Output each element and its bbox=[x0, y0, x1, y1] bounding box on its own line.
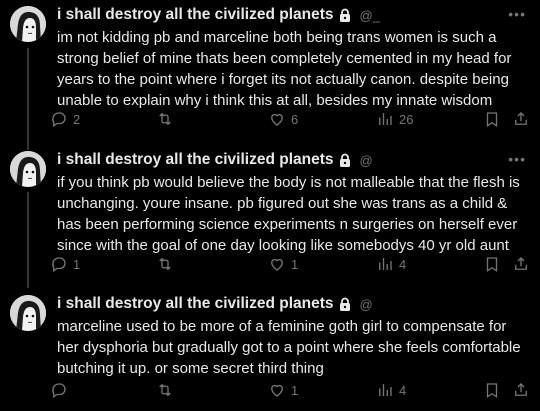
tweet-header: i shall destroy all the civilized planet… bbox=[57, 151, 373, 169]
tweet[interactable]: i shall destroy all the civilized planet… bbox=[0, 289, 540, 411]
views-count: 4 bbox=[399, 382, 407, 398]
views-button[interactable]: 4 bbox=[376, 255, 406, 273]
share-button[interactable] bbox=[512, 381, 530, 399]
bookmark-button[interactable] bbox=[483, 381, 501, 399]
retweet-button[interactable] bbox=[156, 110, 179, 128]
reply-icon bbox=[52, 257, 66, 273]
lock-icon bbox=[338, 153, 352, 168]
like-count: 1 bbox=[291, 382, 299, 398]
tweet-text: im not kidding pb and marceline both bei… bbox=[57, 29, 512, 109]
bookmark-button[interactable] bbox=[483, 110, 501, 128]
handle[interactable]: @ bbox=[360, 153, 373, 168]
views-icon bbox=[379, 258, 392, 270]
like-button[interactable]: 1 bbox=[268, 255, 298, 273]
tweet[interactable]: i shall destroy all the civilized planet… bbox=[0, 0, 540, 140]
like-icon bbox=[271, 258, 283, 271]
reply-button[interactable] bbox=[50, 381, 73, 399]
like-icon bbox=[271, 384, 283, 397]
like-button[interactable]: 6 bbox=[268, 110, 298, 128]
views-count: 26 bbox=[399, 111, 414, 127]
share-button[interactable] bbox=[512, 255, 530, 273]
more-options-button[interactable]: ••• bbox=[508, 6, 526, 22]
avatar[interactable] bbox=[10, 6, 46, 42]
views-icon bbox=[379, 113, 392, 125]
display-name[interactable]: i shall destroy all the civilized planet… bbox=[57, 295, 334, 313]
more-options-button[interactable]: ••• bbox=[508, 151, 526, 167]
tweet-header: i shall destroy all the civilized planet… bbox=[57, 6, 380, 24]
handle[interactable]: @ bbox=[360, 297, 373, 312]
retweet-icon bbox=[159, 257, 171, 271]
like-count: 1 bbox=[291, 256, 299, 272]
like-count: 6 bbox=[291, 111, 299, 127]
views-button[interactable]: 4 bbox=[376, 381, 406, 399]
reply-icon bbox=[52, 112, 66, 128]
lock-icon bbox=[338, 8, 352, 23]
retweet-button[interactable] bbox=[156, 381, 179, 399]
reply-icon bbox=[52, 383, 66, 399]
tweet-text: marceline used to be more of a feminine … bbox=[57, 318, 521, 377]
like-button[interactable]: 1 bbox=[268, 381, 298, 399]
tweet-actions: 1 4 bbox=[50, 381, 534, 403]
tweet-text: if you think pb would believe the body i… bbox=[57, 174, 520, 254]
display-name[interactable]: i shall destroy all the civilized planet… bbox=[57, 151, 334, 169]
tweet[interactable]: i shall destroy all the civilized planet… bbox=[0, 145, 540, 285]
tweet-actions: 2 6 26 bbox=[50, 110, 534, 132]
views-icon bbox=[379, 384, 392, 396]
views-button[interactable]: 26 bbox=[376, 110, 413, 128]
like-icon bbox=[271, 113, 283, 126]
bookmark-icon bbox=[486, 383, 498, 399]
share-icon bbox=[515, 383, 527, 396]
display-name[interactable]: i shall destroy all the civilized planet… bbox=[57, 6, 334, 24]
avatar[interactable] bbox=[10, 295, 46, 331]
bookmark-button[interactable] bbox=[483, 255, 501, 273]
bookmark-icon bbox=[486, 112, 498, 128]
share-icon bbox=[515, 257, 527, 270]
retweet-button[interactable] bbox=[156, 255, 179, 273]
share-icon bbox=[515, 112, 527, 125]
reply-button[interactable]: 1 bbox=[50, 255, 80, 273]
bookmark-icon bbox=[486, 257, 498, 273]
lock-icon bbox=[338, 297, 352, 312]
avatar[interactable] bbox=[10, 151, 46, 187]
reply-count: 1 bbox=[73, 256, 81, 272]
tweet-header: i shall destroy all the civilized planet… bbox=[57, 295, 373, 313]
share-button[interactable] bbox=[512, 110, 530, 128]
views-count: 4 bbox=[399, 256, 407, 272]
retweet-icon bbox=[159, 383, 171, 397]
tweet-thread: i shall destroy all the civilized planet… bbox=[0, 0, 540, 411]
reply-button[interactable]: 2 bbox=[50, 110, 80, 128]
reply-count: 2 bbox=[73, 111, 81, 127]
tweet-actions: 1 1 4 bbox=[50, 255, 534, 277]
handle[interactable]: @_ bbox=[360, 8, 380, 23]
retweet-icon bbox=[159, 112, 171, 126]
